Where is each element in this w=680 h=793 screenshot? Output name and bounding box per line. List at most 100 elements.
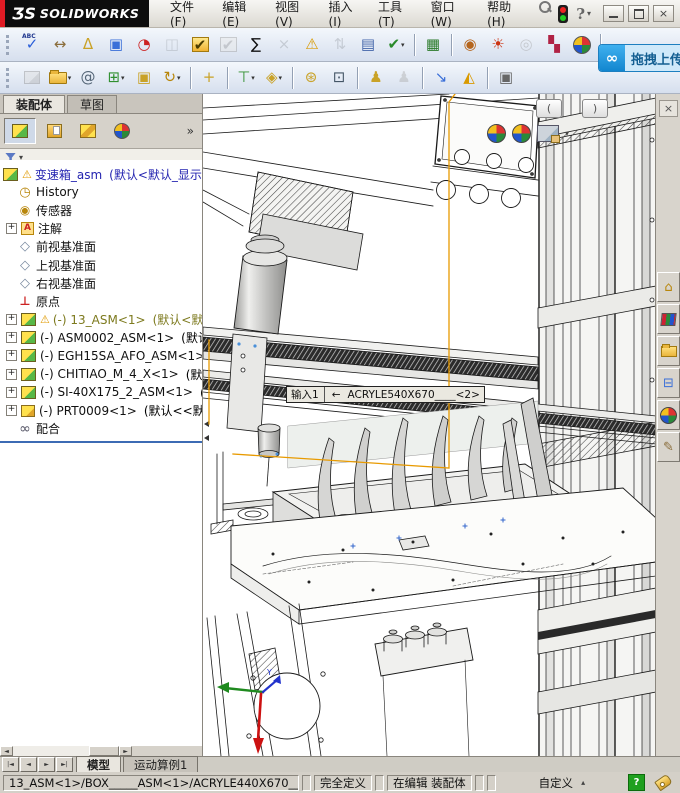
instant3d-button[interactable]: ↘ xyxy=(428,65,454,90)
spellcheck-button[interactable]: ✓ ABC xyxy=(19,32,45,57)
viewport-overlay-button-left[interactable]: ( xyxy=(536,99,562,118)
compare-documents-button[interactable]: ▤ xyxy=(355,32,381,57)
preview-button[interactable]: ◉ xyxy=(457,32,483,57)
scroll-left-button[interactable]: ◄ xyxy=(0,746,13,756)
tab-motion-study[interactable]: 运动算例1 xyxy=(123,756,199,772)
circle-check-button[interactable]: ◎ xyxy=(513,32,539,57)
attach-button[interactable]: @ xyxy=(75,65,101,90)
next-study-button[interactable]: ► xyxy=(38,757,55,772)
gear-mate-button[interactable]: ⊛ xyxy=(298,65,324,90)
tab-model[interactable]: 模型 xyxy=(76,756,121,772)
design-checker-button[interactable]: ⚠ xyxy=(299,32,325,57)
tree-item[interactable]: ⚠ 变速箱_asm (默认<默认_显示 xyxy=(0,165,202,183)
quick-tips-button[interactable]: ? xyxy=(628,774,645,791)
tree-item[interactable]: + (-) ASM0002_ASM<1> (默认<默 xyxy=(0,329,202,347)
appearance-assembly-icon[interactable] xyxy=(512,124,531,143)
tree-item[interactable]: ∞ 配合 xyxy=(0,420,202,438)
close-button[interactable]: × xyxy=(653,5,674,22)
help-dropdown-icon[interactable]: ▾ xyxy=(587,9,591,18)
graphics-viewport[interactable]: Y 输入1 ← ACRYLE540X670____<2> ( ) ▾ xyxy=(203,94,655,756)
scrollbar-track[interactable] xyxy=(13,746,89,756)
compare-button[interactable]: ⇅ xyxy=(327,32,353,57)
file-explorer-tab[interactable] xyxy=(657,336,680,366)
isolate-alt-button[interactable]: ♟ xyxy=(391,65,417,90)
tree-item[interactable]: + (-) SI-40X175_2_ASM<1> (默 xyxy=(0,383,202,401)
propertymanager-tab[interactable] xyxy=(38,118,70,144)
reference-sketch-button[interactable]: ◈ ▾ xyxy=(261,65,287,90)
expand-toggle[interactable]: + xyxy=(6,223,17,235)
statistics-button[interactable]: ◫ xyxy=(159,32,185,57)
tab-sketch[interactable]: 草图 xyxy=(67,95,118,113)
configurationmanager-tab[interactable] xyxy=(72,118,104,144)
cloud-upload-button[interactable]: ∞ 拖拽上传 xyxy=(598,44,680,72)
tree-item[interactable]: ◇ 右视基准面 xyxy=(0,274,202,292)
equations-button[interactable]: ∑ xyxy=(243,32,269,57)
verification-button[interactable]: ✔ ▾ xyxy=(383,32,409,57)
tab-assembly[interactable]: 装配体 xyxy=(3,95,66,113)
appearance-sphere-button[interactable] xyxy=(569,32,595,57)
move-with-triad-button[interactable]: + xyxy=(196,65,222,90)
measure-button[interactable]: ↔ xyxy=(47,32,73,57)
search-icon[interactable] xyxy=(538,0,552,14)
tree-item[interactable]: ◇ 上视基准面 xyxy=(0,256,202,274)
mass-properties-button[interactable]: Δ xyxy=(75,32,101,57)
scene-icon[interactable] xyxy=(537,125,560,143)
scrollbar-thumb[interactable] xyxy=(89,746,119,756)
color-swatch-button[interactable]: ▚ xyxy=(541,32,567,57)
assembly-features-button[interactable]: ⊤ ▾ xyxy=(233,65,259,90)
custom-properties-tab[interactable]: ✎ xyxy=(657,432,680,462)
import-diagnostics-button[interactable]: × xyxy=(271,32,297,57)
expand-toggle[interactable]: + xyxy=(6,368,17,380)
isolate-button[interactable]: ♟ xyxy=(363,65,389,90)
resources-tab[interactable]: ⌂ xyxy=(657,272,680,302)
tree-item[interactable]: +(-) EGH15SA_AFO_ASM<1>(默 xyxy=(0,347,202,365)
section-properties-button[interactable]: ▣ xyxy=(103,32,129,57)
check-active-button[interactable]: ✔ xyxy=(187,32,213,57)
custom-toolbar-dropdown[interactable]: 自定义 ▴ xyxy=(498,774,625,791)
minimize-button[interactable] xyxy=(603,5,624,22)
toolbar-grip[interactable] xyxy=(6,67,12,88)
first-study-button[interactable]: |◄ xyxy=(2,757,19,772)
tree-item[interactable]: + (-) PRT0009<1> (默认<<默认 xyxy=(0,401,202,419)
photoview-button[interactable]: ☀ xyxy=(485,32,511,57)
tree-horizontal-scrollbar[interactable]: ◄ ► xyxy=(0,746,202,756)
tree-item[interactable]: ⊥ 原点 xyxy=(0,292,202,310)
design-library-tab[interactable] xyxy=(657,304,680,334)
toolbar-grip[interactable] xyxy=(6,34,12,55)
previous-study-button[interactable]: ◄ xyxy=(20,757,37,772)
snapshot-button[interactable]: ▣ xyxy=(493,65,519,90)
insert-component-button[interactable] xyxy=(19,65,45,90)
design-table-button[interactable]: ▦ xyxy=(420,32,446,57)
flyout-dropdown-icon[interactable]: ▾ xyxy=(565,129,569,138)
tag-icon[interactable] xyxy=(654,773,673,792)
appearance-icon[interactable] xyxy=(487,124,506,143)
tree-item[interactable]: + (-) CHITIAO_M_4_X<1> (默认 xyxy=(0,365,202,383)
rotate-component-button[interactable]: ↻ ▾ xyxy=(159,65,185,90)
task-pane-close-button[interactable]: × xyxy=(659,100,678,117)
pane-overflow-button[interactable]: » xyxy=(187,124,198,138)
simulation-button[interactable]: ◭ xyxy=(456,65,482,90)
check-inactive-button[interactable]: ✔ xyxy=(215,32,241,57)
performance-button[interactable]: ◔ xyxy=(131,32,157,57)
last-study-button[interactable]: ►| xyxy=(56,757,73,772)
smart-fasteners-button[interactable]: ▣ xyxy=(131,65,157,90)
viewport-overlay-button-right[interactable]: ) xyxy=(582,99,608,118)
help-button[interactable]: ? xyxy=(576,5,585,23)
restore-button[interactable] xyxy=(628,5,649,22)
view-palette-tab[interactable]: ⊟ xyxy=(657,368,680,398)
tree-item[interactable]: ◷ History xyxy=(0,183,202,201)
expand-toggle[interactable]: + xyxy=(6,314,17,326)
open-component-button[interactable]: ▾ xyxy=(47,65,73,90)
tree-item[interactable]: + ⚠(-) 13_ASM<1> (默认<默认 xyxy=(0,311,202,329)
mate-button[interactable]: ⊞ ▾ xyxy=(103,65,129,90)
tree-item[interactable]: ◇ 前视基准面 xyxy=(0,238,202,256)
large-design-review-button[interactable]: ⊡ xyxy=(326,65,352,90)
expand-toggle[interactable]: + xyxy=(6,350,17,362)
displaymanager-tab[interactable] xyxy=(106,118,138,144)
appearances-tab[interactable] xyxy=(657,400,680,430)
featuremanager-tab[interactable] xyxy=(4,118,36,144)
tree-item[interactable]: ◉ 传感器 xyxy=(0,201,202,219)
expand-toggle[interactable]: + xyxy=(6,386,17,398)
expand-toggle[interactable]: + xyxy=(6,405,17,417)
expand-toggle[interactable]: + xyxy=(6,332,17,344)
